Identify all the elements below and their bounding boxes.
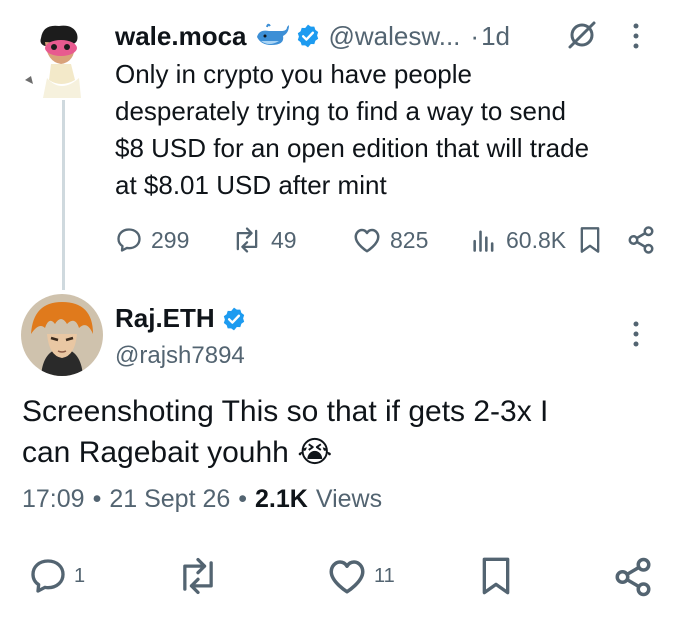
repost-action[interactable]: 49: [231, 222, 297, 258]
wale-avatar[interactable]: [21, 18, 103, 100]
thread-line: [62, 100, 65, 290]
reply-action[interactable]: 1: [28, 556, 85, 596]
bookmark-icon[interactable]: [478, 556, 514, 601]
meta-dot: •: [92, 485, 102, 513]
tweet-header: wale.moca @walesw... · 1d: [115, 16, 510, 56]
author-name[interactable]: wale.moca: [115, 21, 247, 52]
separator-dot: ·: [470, 20, 480, 51]
grok-icon[interactable]: [566, 19, 598, 56]
meta-dot: •: [238, 485, 248, 513]
tweet-time[interactable]: 1d: [481, 21, 510, 52]
views-label[interactable]: Views: [316, 485, 382, 514]
like-action[interactable]: 11: [326, 556, 395, 596]
reply-icon: [31, 559, 65, 593]
wale-avatar-image: [25, 25, 81, 98]
more-icon[interactable]: [630, 320, 642, 353]
bookmark-icon[interactable]: [578, 226, 602, 259]
reply-count: 299: [151, 226, 190, 253]
repost-icon: [183, 557, 213, 595]
reply-date[interactable]: 21 Sept 26: [109, 485, 230, 514]
reply-action[interactable]: 299: [115, 222, 189, 258]
reply-time[interactable]: 17:09: [22, 485, 85, 514]
reply-author-name[interactable]: Raj.ETH: [115, 303, 215, 334]
views-action[interactable]: 60.8K: [470, 222, 566, 258]
like-count: 11: [374, 564, 395, 587]
more-icon[interactable]: [630, 22, 642, 55]
repost-action[interactable]: [175, 556, 227, 596]
views-count: 60.8K: [506, 226, 567, 253]
author-handle[interactable]: @walesw...: [329, 21, 461, 52]
views-count: 2.1K: [255, 485, 308, 513]
like-icon: [329, 560, 365, 594]
repost-icon: [236, 227, 258, 253]
verified-badge-icon: [295, 23, 321, 49]
reply-count: 1: [74, 564, 86, 587]
like-icon: [354, 228, 380, 253]
reply-text-line: can Ragebait youhh 😭: [22, 436, 333, 469]
share-icon[interactable]: [612, 556, 654, 603]
reply-handle[interactable]: @rajsh7894: [115, 342, 245, 370]
like-action[interactable]: 825: [352, 222, 428, 258]
tweet-text-line: at $8.01 USD after mint: [115, 170, 387, 200]
reply-meta: 17:09 • 21 Sept 26 • 2.1K Views: [22, 485, 382, 514]
reply-text: Screenshoting This so that if gets 2-3x …: [22, 391, 672, 473]
repost-count: 49: [271, 226, 297, 253]
raj-avatar-image: [21, 294, 103, 376]
share-icon[interactable]: [626, 225, 656, 260]
tweet-text-line: desperately trying to find a way to send: [115, 96, 566, 126]
tweet-text-line: $8 USD for an open edition that will tra…: [115, 133, 590, 163]
whale-icon: [255, 23, 289, 49]
tweet-text: Only in crypto you have people desperate…: [115, 56, 675, 204]
views-icon: [473, 230, 494, 252]
reply-icon: [117, 228, 141, 252]
tweet-text-line: Only in crypto you have people: [115, 59, 472, 89]
reply-author: Raj.ETH: [115, 303, 247, 334]
raj-avatar[interactable]: [21, 294, 103, 376]
verified-badge-icon: [221, 306, 247, 332]
like-count: 825: [390, 226, 429, 253]
reply-text-line: Screenshoting This so that if gets 2-3x …: [22, 395, 549, 428]
